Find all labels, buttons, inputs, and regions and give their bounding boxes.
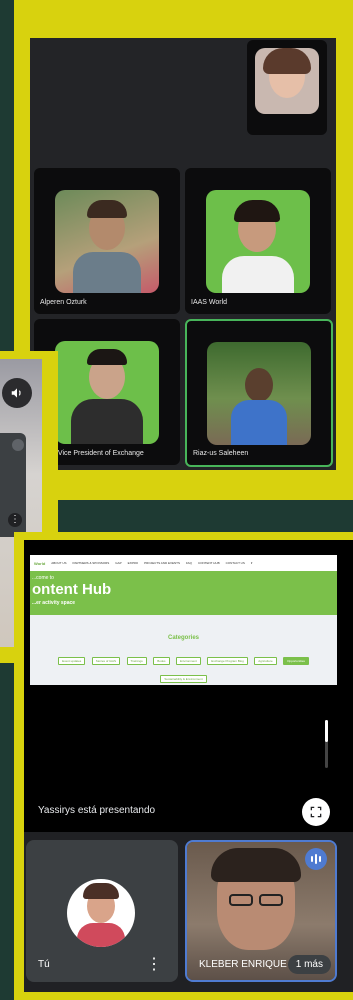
category-pill: Event updates — [58, 657, 86, 665]
more-options-icon[interactable]: ⋮ — [146, 954, 162, 974]
participant-video — [55, 341, 159, 444]
self-view-video — [255, 48, 319, 114]
content-hub-hero: ...come to ontent Hub ...er activity spa… — [30, 571, 337, 615]
edit-icon[interactable] — [12, 439, 24, 451]
category-pill: Books — [153, 657, 170, 665]
participant-tile[interactable]: IAAS World — [185, 168, 331, 314]
fullscreen-icon — [310, 806, 322, 818]
categories-section: Categories Event updates Stories of IAAS… — [30, 615, 337, 685]
shared-site-nav: World ABOUT US PARTNERS & SPONSORS GAP E… — [30, 555, 337, 571]
nav-item: GAP — [115, 561, 122, 565]
participant-video — [206, 190, 310, 293]
audio-level-icon — [305, 848, 327, 870]
participant-tile[interactable]: Alperen Ozturk — [34, 168, 180, 314]
self-avatar — [67, 879, 135, 947]
self-view-tile[interactable] — [247, 40, 327, 135]
categories-title: Categories — [167, 635, 199, 641]
volume-button[interactable] — [2, 378, 32, 408]
participant-name: IAAS World — [191, 299, 228, 306]
category-pill: Environment — [176, 657, 201, 665]
volume-icon — [11, 388, 21, 398]
category-pill: Stories of IAAS — [91, 657, 121, 665]
self-tile[interactable]: Tú ⋮ — [26, 840, 178, 982]
fullscreen-button[interactable] — [302, 798, 330, 826]
nav-item: ABOUT US — [51, 561, 67, 565]
scrollbar[interactable] — [325, 720, 328, 768]
participant-name: KLEBER ENRIQUE — [199, 959, 287, 970]
side-panel: ⋮ — [0, 433, 26, 537]
participant-name: Alperen Ozturk — [40, 299, 87, 306]
nav-item: CONTENT HUB — [198, 561, 220, 565]
shared-screen: World ABOUT US PARTNERS & SPONSORS GAP E… — [30, 555, 337, 685]
hero-subtitle: ...er activity space — [32, 600, 76, 606]
nav-item: EXPRO — [127, 561, 139, 565]
user-icon: ▾ — [250, 561, 253, 565]
site-brand: World — [34, 560, 46, 566]
category-pill: Trainings — [126, 657, 147, 665]
nav-item: PROJECTS AND EVENTS — [144, 561, 180, 565]
categories-row: Event updates Stories of IAAS Trainings … — [30, 649, 337, 667]
category-pill: Sustainability & Environment — [160, 675, 207, 683]
self-label: Tú — [38, 959, 50, 970]
participant-video — [55, 190, 159, 293]
nav-item: PARTNERS & SPONSORS — [72, 561, 110, 565]
hero-title: ontent Hub — [32, 581, 112, 598]
participant-video — [207, 342, 311, 445]
category-pill: Exchange Program Blog — [207, 657, 248, 665]
categories-row: Sustainability & Environment — [30, 667, 337, 685]
participant-name: Riaz-us Saleheen — [193, 450, 249, 457]
more-participants-badge[interactable]: 1 más — [287, 955, 331, 974]
nav-item: FAQ — [185, 561, 192, 565]
category-pill: Opportunities — [283, 657, 309, 665]
category-pill: Agriculture — [254, 657, 277, 665]
more-options-icon[interactable]: ⋮ — [8, 513, 22, 527]
participant-tile-speaking[interactable]: Riaz-us Saleheen — [185, 319, 333, 467]
participant-tile-speaking[interactable]: KLEBER ENRIQUE 1 más — [185, 840, 337, 982]
presenting-label: Yassirys está presentando — [38, 805, 156, 816]
nav-item: CONTACT US — [225, 561, 245, 565]
